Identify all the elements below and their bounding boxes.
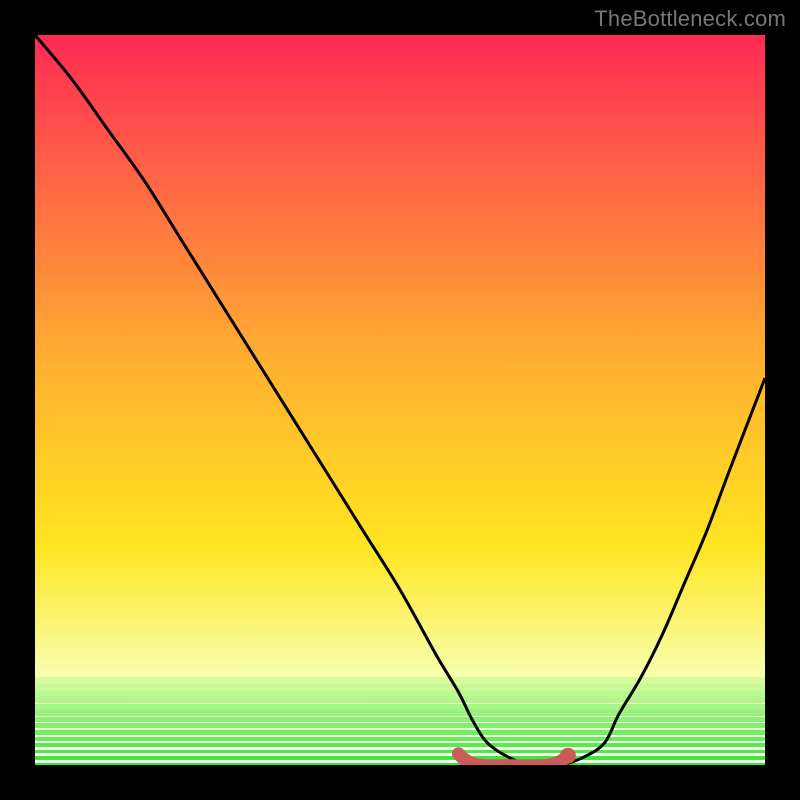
optimal-range-end-dot	[560, 748, 576, 764]
chart-frame: TheBottleneck.com	[0, 0, 800, 800]
plot-area	[35, 35, 765, 765]
bottleneck-curve-svg	[35, 35, 765, 765]
watermark-text: TheBottleneck.com	[594, 6, 786, 32]
optimal-range-marker	[458, 754, 568, 765]
bottleneck-curve	[35, 35, 765, 765]
